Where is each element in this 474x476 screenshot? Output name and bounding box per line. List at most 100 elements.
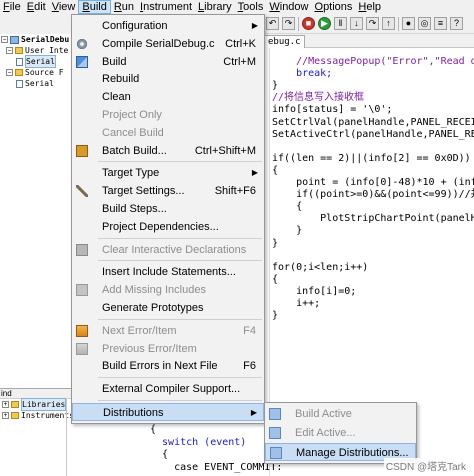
- code-line[interactable]: }: [272, 225, 302, 237]
- menu-accelerator: B: [82, 1, 90, 13]
- menu-item-rebuild[interactable]: Rebuild: [72, 70, 264, 88]
- code-line[interactable]: SetActiveCtrl(panelHandle,PANEL_REC: [272, 129, 474, 141]
- editor-tab[interactable]: ebug.c: [264, 35, 305, 48]
- code-line[interactable]: info[status] = '\0';: [272, 104, 392, 116]
- menu-item-label: Target Settings...: [102, 185, 185, 198]
- code-line[interactable]: }: [272, 80, 278, 92]
- toolbar-button-undo[interactable]: ↶: [266, 17, 279, 30]
- stop-icon[interactable]: ■: [302, 17, 315, 30]
- menu-label: ptions: [323, 1, 353, 13]
- breakpoint-icon[interactable]: ●: [402, 17, 415, 30]
- toolbar: ↶ ↷ ■ ▶ ‖ ↓ ↷ ↑ ● ◎ ≡ ?: [264, 14, 474, 34]
- menu-item-edit-active: Edit Active...: [265, 424, 416, 442]
- collapse-icon[interactable]: −: [6, 69, 13, 76]
- collapse-icon[interactable]: −: [6, 47, 13, 54]
- add-includes-icon: [76, 284, 88, 297]
- menu-accelerator: W: [269, 1, 280, 13]
- code-line[interactable]: {: [272, 274, 278, 286]
- menu-item-generate-prototypes[interactable]: Generate Prototypes: [72, 299, 264, 317]
- folder-icon: [15, 69, 23, 76]
- code-line[interactable]: {: [150, 449, 168, 461]
- code-line[interactable]: for(0;i<len;i++): [272, 262, 368, 274]
- menu-item-clean[interactable]: Clean: [72, 88, 264, 106]
- menu-help[interactable]: Help: [355, 0, 384, 14]
- menu-run[interactable]: Run: [111, 0, 137, 14]
- menu-item-insert-include-statements[interactable]: Insert Include Statements...: [72, 263, 264, 281]
- menu-item-label: Project Only: [102, 109, 162, 121]
- menu-item-build-errors-in-next-file[interactable]: Build Errors in Next File F6: [72, 357, 264, 375]
- code-area-lower[interactable]: { switch (event) { case EVENT_COMMIT:: [148, 420, 282, 476]
- menu-item-external-compiler-support[interactable]: External Compiler Support...: [72, 380, 264, 398]
- menu-item-label: Insert Include Statements...: [102, 266, 236, 279]
- menu-item-build[interactable]: Build Ctrl+M: [72, 53, 264, 71]
- menu-tools[interactable]: Tools: [235, 0, 267, 14]
- menu-item-target-type[interactable]: Target Type ▶: [72, 164, 264, 182]
- menu-file[interactable]: File: [0, 0, 24, 14]
- tree-item-uir-file[interactable]: Serial: [0, 55, 71, 68]
- code-line[interactable]: break;: [272, 68, 332, 80]
- menu-item-compile-serialdebug-c[interactable]: Compile SerialDebug.c Ctrl+K: [72, 35, 264, 53]
- menu-item-shortcut: F4: [243, 324, 256, 337]
- tree-item-source-files[interactable]: − Source F: [0, 67, 71, 78]
- variables-icon[interactable]: ≡: [434, 17, 447, 30]
- menu-item-label: Generate Prototypes: [102, 302, 204, 314]
- menu-label: elp: [366, 1, 382, 13]
- menu-view[interactable]: View: [49, 0, 79, 14]
- tree-item-source-file[interactable]: Serial: [0, 78, 71, 89]
- expand-icon[interactable]: +: [2, 412, 9, 419]
- code-line[interactable]: info[i]=0;: [272, 286, 356, 298]
- menu-options[interactable]: Options: [312, 0, 356, 14]
- code-line[interactable]: {: [272, 201, 302, 213]
- document-icon: [16, 57, 23, 66]
- pause-icon[interactable]: ‖: [334, 17, 347, 30]
- code-line[interactable]: SetCtrlVal(panelHandle,PANEL_RECEI: [272, 117, 474, 129]
- menu-edit[interactable]: Edit: [24, 0, 49, 14]
- step-over-icon[interactable]: ↷: [366, 17, 379, 30]
- code-line[interactable]: point = (info[0]-48)*10 + (inf: [272, 177, 474, 189]
- run-icon[interactable]: ▶: [318, 17, 331, 30]
- menu-item-label: Project Dependencies...: [102, 220, 219, 233]
- pane-divider: [66, 399, 67, 476]
- code-line[interactable]: PlotStripChartPoint(panelHa: [272, 213, 474, 225]
- help-icon[interactable]: ?: [450, 17, 463, 30]
- next-error-icon: [76, 324, 88, 337]
- menu-item-build-steps[interactable]: Build Steps...: [72, 200, 264, 218]
- watermark: CSDN @塔克Tark: [383, 458, 468, 473]
- expand-icon[interactable]: +: [2, 401, 9, 408]
- tree-item-project[interactable]: − SerialDebu: [0, 34, 71, 45]
- menu-instrument[interactable]: Instrument: [137, 0, 195, 14]
- code-line[interactable]: //将信息写入接收框: [272, 92, 364, 104]
- menu-item-batch-build[interactable]: Batch Build... Ctrl+Shift+M: [72, 142, 264, 160]
- toolbar-button-redo[interactable]: ↷: [282, 17, 295, 30]
- menu-item-label: Build: [102, 55, 127, 68]
- menu-build[interactable]: Build: [78, 0, 111, 14]
- code-line[interactable]: case EVENT_COMMIT:: [150, 462, 282, 474]
- menu-item-build-active: Build Active: [265, 405, 416, 423]
- code-line[interactable]: //MessagePopup("Error","Read da: [272, 56, 474, 68]
- menu-item-label: Configuration: [102, 20, 168, 32]
- document-icon: [16, 79, 23, 88]
- watch-icon[interactable]: ◎: [418, 17, 431, 30]
- menu-library[interactable]: Library: [195, 0, 235, 14]
- code-line[interactable]: }: [272, 310, 278, 322]
- menu-item-configuration[interactable]: Configuration ▶: [72, 17, 264, 35]
- menu-item-distributions[interactable]: Distributions ▶: [72, 403, 264, 421]
- code-line[interactable]: {: [272, 165, 278, 177]
- menu-item-target-settings[interactable]: Target Settings... Shift+F6: [72, 182, 264, 200]
- clear-declarations-icon: [76, 243, 88, 256]
- menu-label: iew: [58, 1, 76, 13]
- menu-window[interactable]: Window: [266, 0, 311, 14]
- code-line[interactable]: {: [150, 424, 156, 436]
- menu-item-label: Cancel Build: [102, 126, 164, 139]
- code-line[interactable]: if((point>=0)&&(point<=99))//并: [272, 189, 474, 201]
- menu-separator: [98, 318, 262, 320]
- code-line[interactable]: switch (event): [150, 437, 246, 449]
- code-line[interactable]: i++;: [272, 298, 320, 310]
- code-line[interactable]: }: [272, 238, 278, 250]
- step-out-icon[interactable]: ↑: [382, 17, 395, 30]
- collapse-icon[interactable]: −: [1, 36, 8, 43]
- menu-item-project-dependencies[interactable]: Project Dependencies...: [72, 218, 264, 236]
- step-into-icon[interactable]: ↓: [350, 17, 363, 30]
- menu-accelerator: R: [113, 1, 122, 13]
- code-line[interactable]: if((len == 2)||(info[2] == 0x0D)): [272, 153, 471, 165]
